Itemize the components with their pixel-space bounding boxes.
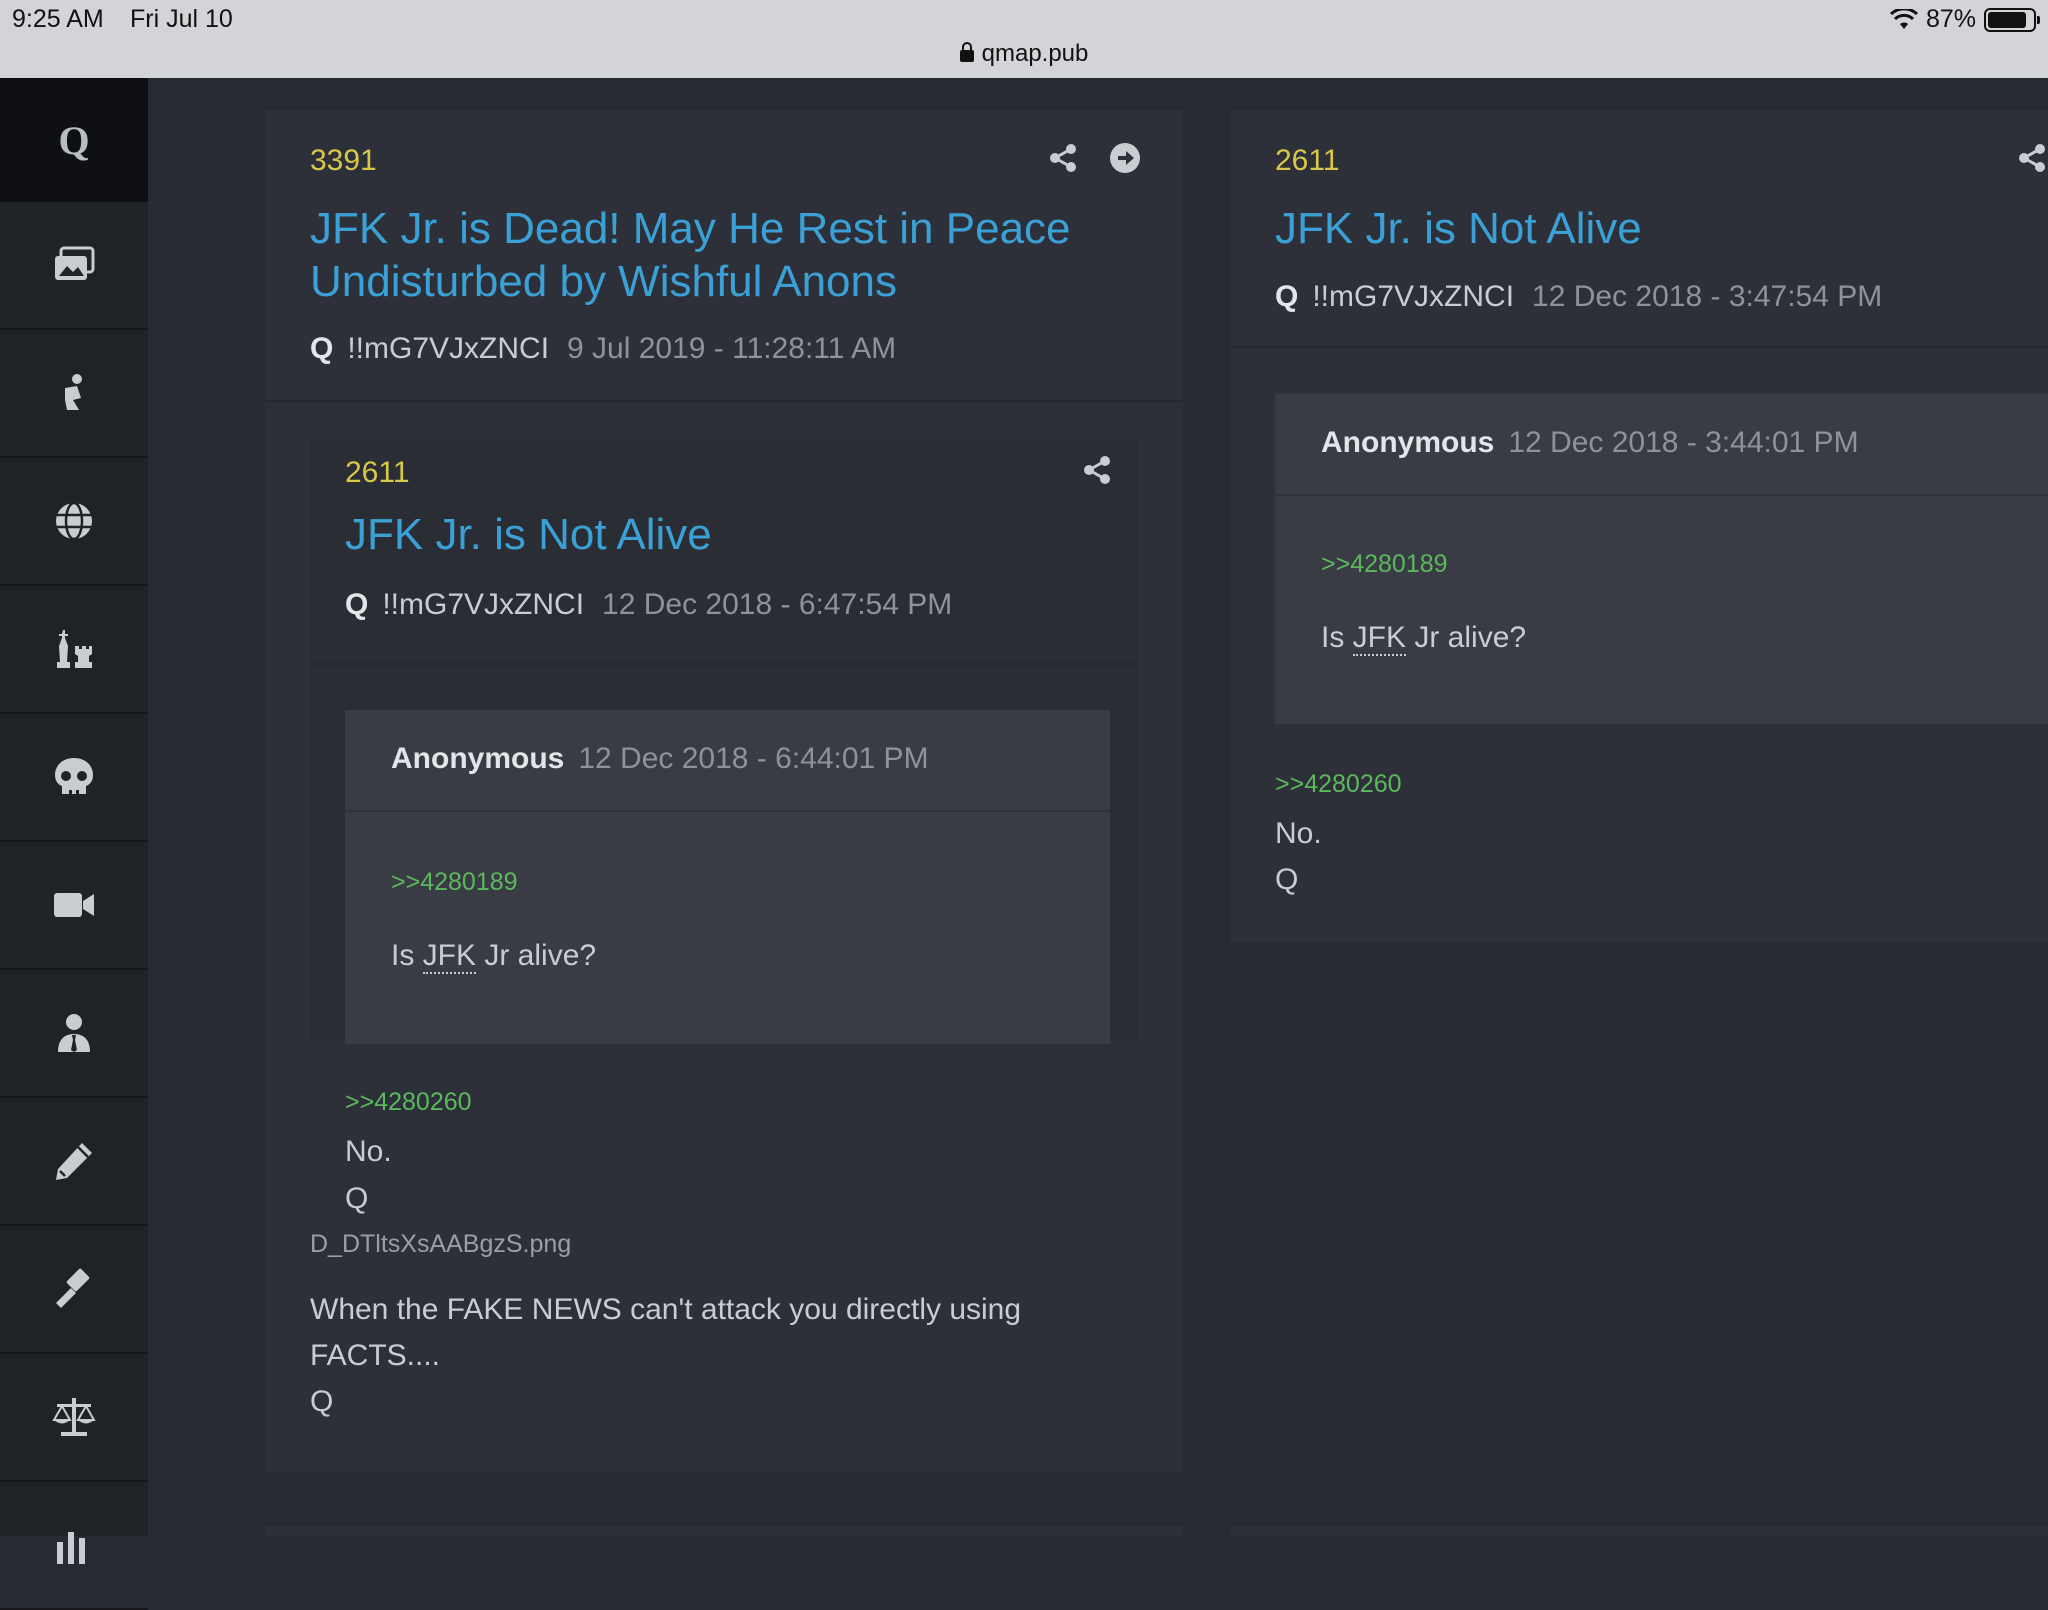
anon-text-part: Jr alive? [1406,621,1527,654]
sidebar-item-scales[interactable] [0,1354,148,1482]
sidebar-item-gavel[interactable] [0,1226,148,1354]
share-icon[interactable] [1081,454,1113,486]
sidebar-item-pencil[interactable] [0,1098,148,1226]
attachment-filename[interactable]: D_DTltsXsAABgzS.png [310,1230,571,1259]
sidebar-item-chart[interactable] [0,1482,148,1610]
post-card-3391: 3391 JFK Jr. is Dead! May He Rest in Pea… [265,110,1183,1472]
battery-percent: 87% [1925,5,1976,33]
user-tie-icon [58,1014,90,1052]
chart-icon [57,1532,85,1564]
sidebar-item-gallery[interactable] [0,202,148,330]
reply-link[interactable]: >>4280260 [1275,770,1402,799]
anon-quote: Anonymous 12 Dec 2018 - 6:44:01 PM >>4280… [345,710,1110,1044]
post-tripcode: !!mG7VJxZNCI [1312,280,1515,313]
divider [310,663,1138,665]
reply-link[interactable]: >>4280189 [391,868,518,897]
status-bar: 9:25 AM Fri Jul 10 87% qmap.pub [0,0,2048,78]
abbr-jfk: JFK [422,939,477,974]
anon-text-part: Is [1321,621,1353,654]
body-line: Q [310,1385,334,1418]
quoted-post-meta: Q !!mG7VJxZNCI 12 Dec 2018 - 6:47:54 PM [345,588,952,622]
body-line: When the FAKE NEWS can't attack you dire… [310,1293,1022,1326]
sidebar-item-prayer[interactable] [0,330,148,458]
skull-icon [55,758,93,795]
battery-icon [1984,7,2040,32]
praying-icon [65,374,82,410]
status-date: Fri Jul 10 [130,5,233,33]
quoted-post-date: 12 Dec 2018 - 6:47:54 PM [602,588,953,621]
gallery-icon [55,246,95,280]
anon-date: 12 Dec 2018 - 6:44:01 PM [578,742,929,775]
globe-icon [56,501,92,541]
post-tripcode: !!mG7VJxZNCI [347,332,550,365]
wifi-icon [1889,8,1918,29]
post-title[interactable]: JFK Jr. is Dead! May He Rest in Peace Un… [310,202,1100,308]
anon-text-part: Jr alive? [476,939,597,972]
status-time: 9:25 AM [12,5,104,33]
quoted-post-title[interactable]: JFK Jr. is Not Alive [345,508,712,561]
divider [1230,346,2048,348]
pencil-icon [56,1143,92,1180]
reply-line: Q [1275,863,1299,896]
gavel-icon [56,1268,90,1308]
post-number[interactable]: 2611 [1275,144,1340,178]
anon-text: Is JFK Jr alive? [1321,614,1526,661]
anon-author: Anonymous [1321,426,1495,459]
video-camera-icon [54,893,94,917]
q-logo[interactable]: Q [0,78,148,202]
post-card-next [1230,1526,2048,1536]
post-author: Q [310,332,334,365]
post-card-next [265,1526,1183,1536]
address-bar[interactable]: qmap.pub [0,40,2048,68]
post-meta: Q !!mG7VJxZNCI 12 Dec 2018 - 3:47:54 PM [1275,280,1882,314]
sidebar-item-chess[interactable] [0,586,148,714]
anon-date: 12 Dec 2018 - 3:44:01 PM [1508,426,1859,459]
anon-text-part: Is [391,939,423,972]
sidebar-item-globe[interactable] [0,458,148,586]
reply-link[interactable]: >>4280260 [345,1088,472,1117]
post-meta: Q !!mG7VJxZNCI 9 Jul 2019 - 11:28:11 AM [310,332,896,366]
sidebar-item-video[interactable] [0,842,148,970]
status-right: 87% [1889,5,2040,34]
share-icon[interactable] [1047,142,1079,174]
post-date: 12 Dec 2018 - 3:47:54 PM [1532,280,1883,313]
balance-scale-icon [52,1398,96,1436]
sidebar-item-person[interactable] [0,970,148,1098]
anon-quote-header: Anonymous 12 Dec 2018 - 3:44:01 PM [1275,394,2048,496]
quoted-post-number[interactable]: 2611 [345,456,410,490]
quoted-post-author: Q [345,588,369,621]
share-icon[interactable] [2016,142,2048,174]
reply-link[interactable]: >>4280189 [1321,550,1448,579]
quoted-post-tripcode: !!mG7VJxZNCI [382,588,585,621]
url-text: qmap.pub [981,40,1089,67]
post-card-2611: 2611 JFK Jr. is Not Alive Q !!mG7VJxZNCI 1… [1230,110,2048,942]
chess-icon [57,630,92,668]
arrow-right-circle-icon[interactable] [1109,142,1141,174]
post-date: 9 Jul 2019 - 11:28:11 AM [567,332,897,365]
reply-line: Q [345,1182,369,1215]
sidebar: Q [0,78,148,1610]
anon-text: Is JFK Jr alive? [391,932,596,979]
sidebar-item-skull[interactable] [0,714,148,842]
anon-author: Anonymous [391,742,565,775]
post-title[interactable]: JFK Jr. is Not Alive [1275,202,1642,255]
anon-quote: Anonymous 12 Dec 2018 - 3:44:01 PM >>4280… [1275,394,2048,724]
lock-icon [959,42,974,62]
reply-line: No. [1275,817,1322,850]
body-line: FACTS.... [310,1339,441,1372]
reply-line: No. [345,1135,392,1168]
logo-text: Q [58,117,90,163]
divider [265,400,1183,402]
anon-quote-header: Anonymous 12 Dec 2018 - 6:44:01 PM [345,710,1110,812]
post-number[interactable]: 3391 [310,144,377,178]
abbr-jfk: JFK [1352,621,1407,656]
post-author: Q [1275,280,1299,313]
